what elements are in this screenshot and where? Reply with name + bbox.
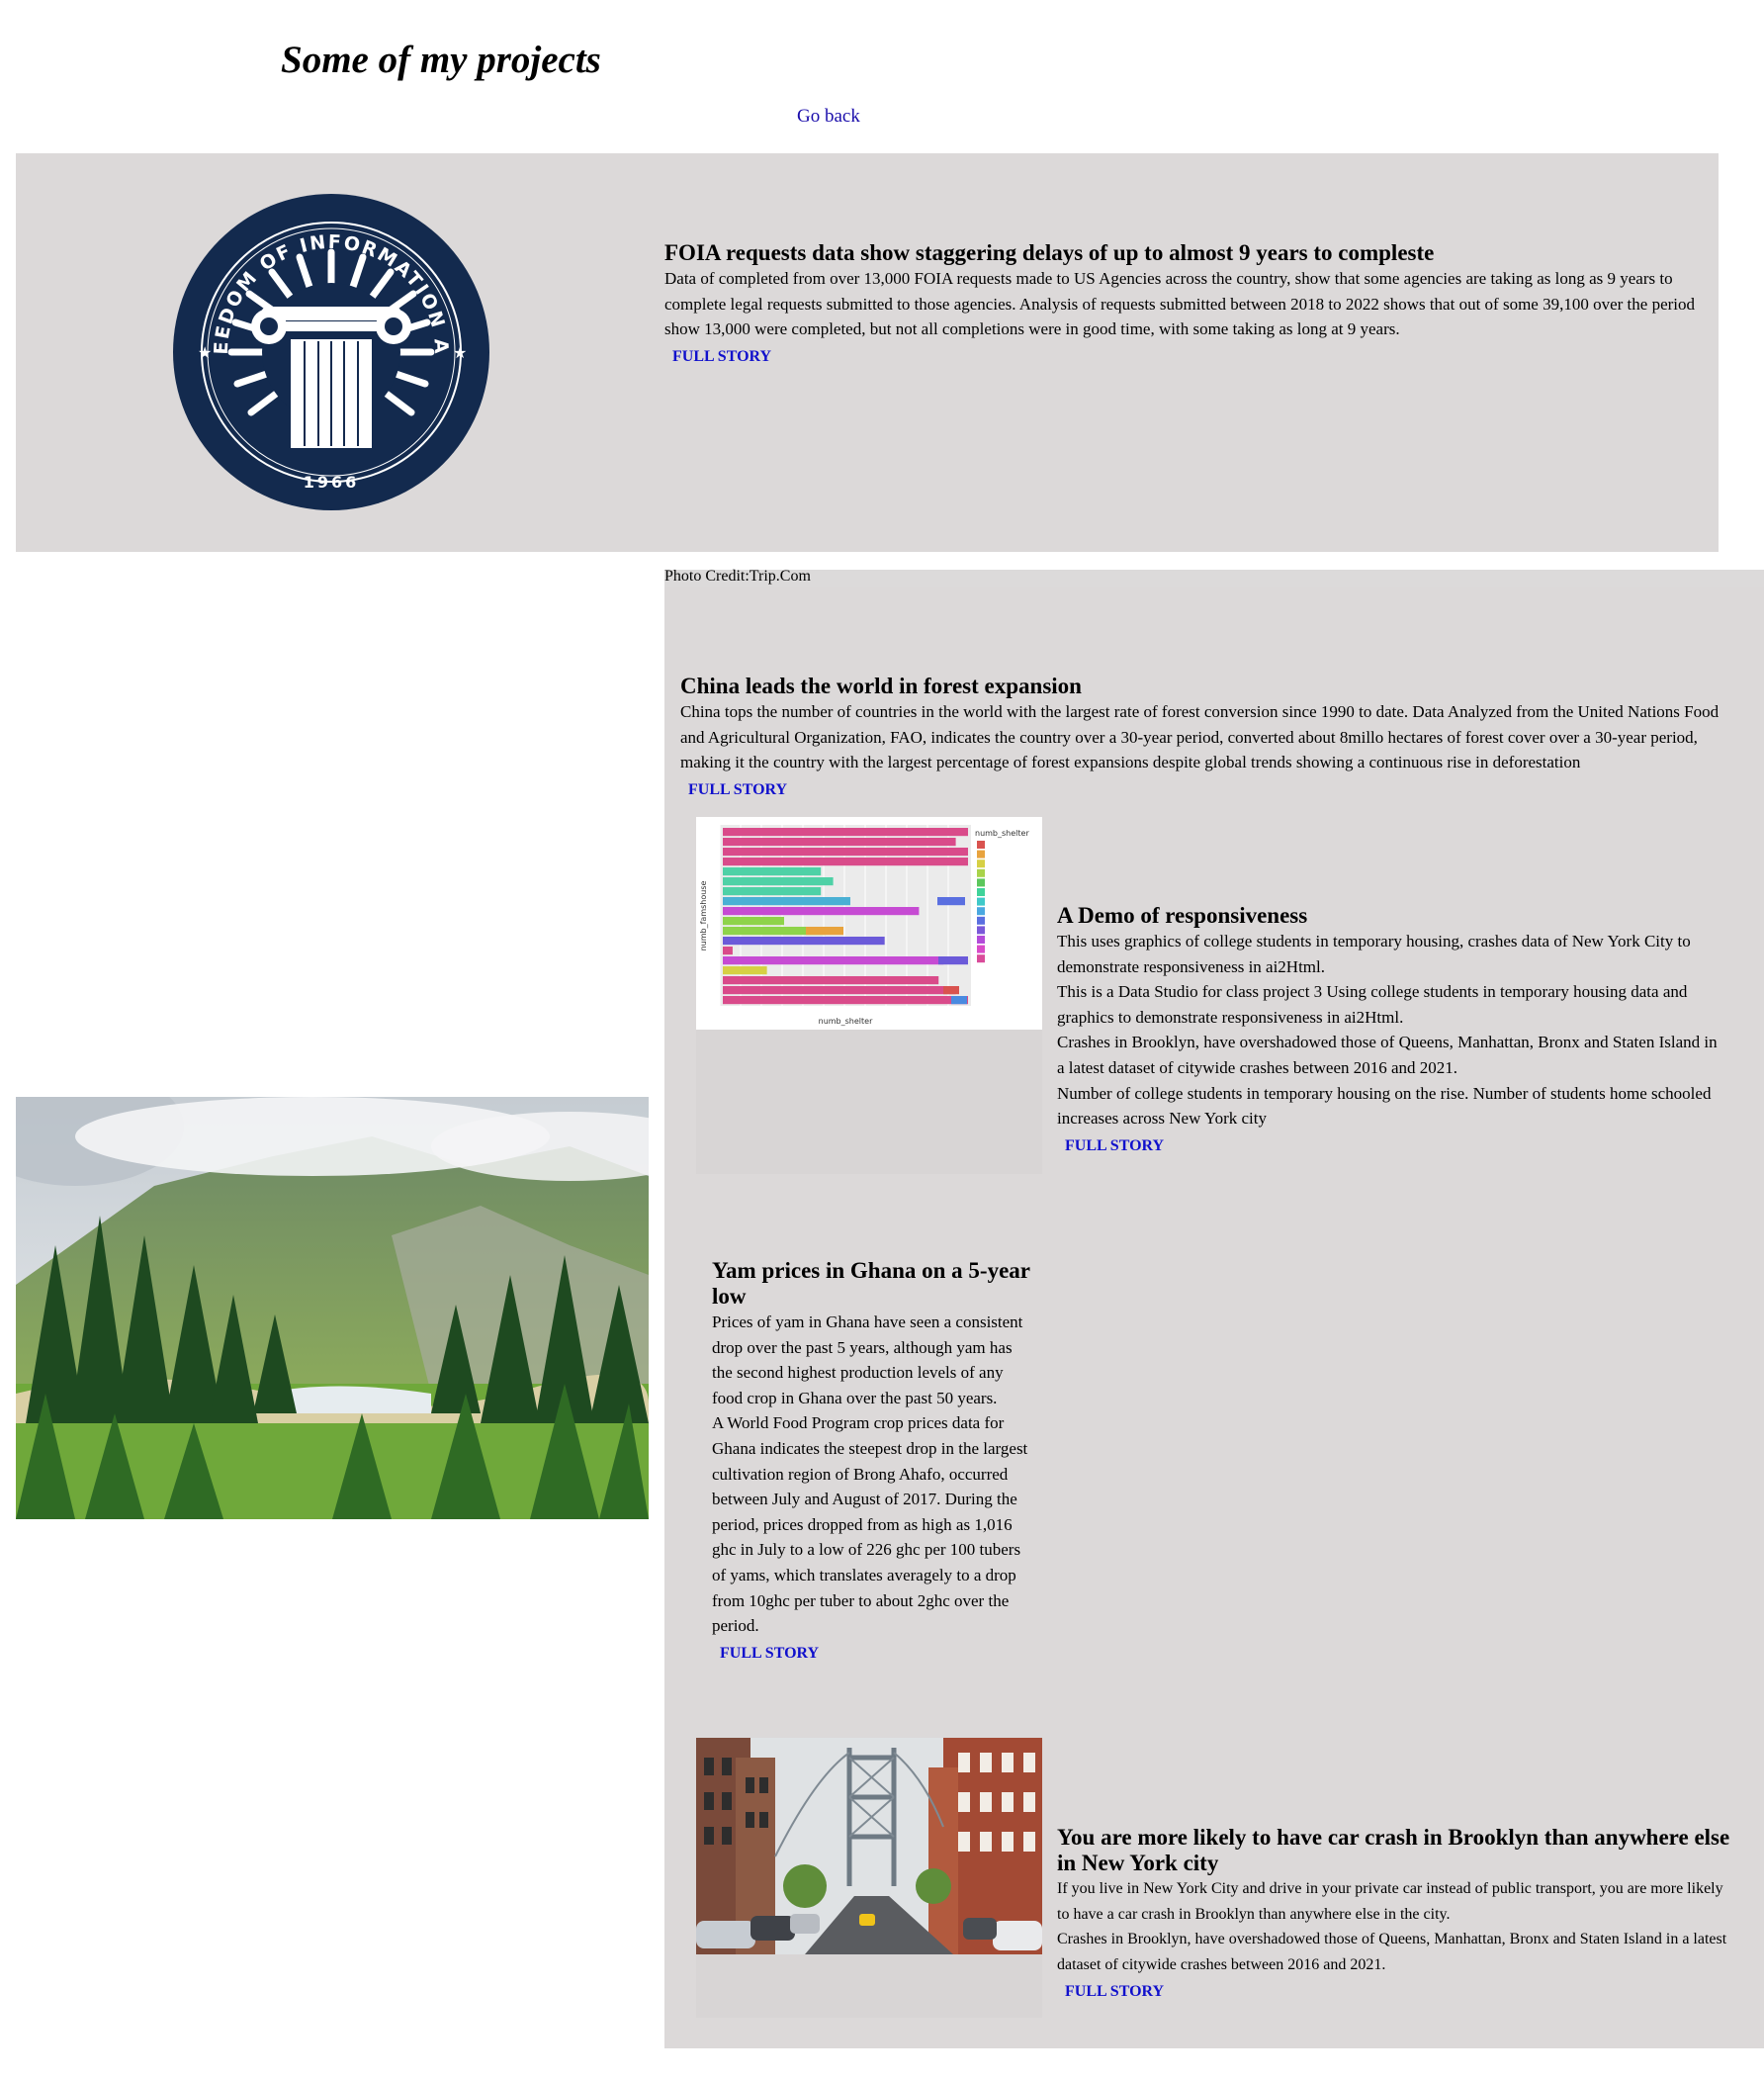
yam-paragraph-1: Prices of yam in Ghana have seen a consi… xyxy=(712,1312,1023,1407)
foia-text-block: FOIA requests data show staggering delay… xyxy=(664,240,1707,366)
yam-paragraph-2: A World Food Program crop prices data fo… xyxy=(712,1413,1028,1636)
thumb-bar xyxy=(937,897,965,906)
china-full-story-link[interactable]: FULL STORY xyxy=(688,781,787,799)
page-title: Some of my projects xyxy=(281,39,601,81)
thumb-legend-title: numb_shelter xyxy=(975,829,1029,838)
thumb-bar xyxy=(723,966,767,975)
demo-paragraph-1: This uses graphics of college students i… xyxy=(1057,932,1691,976)
thumb-bar xyxy=(723,828,968,837)
seal-year: 1966 xyxy=(304,473,360,492)
photo-credit: Photo Credit:Trip.Com xyxy=(664,568,811,585)
thumb-bar xyxy=(723,986,956,995)
thumb-legend-swatch xyxy=(977,926,985,935)
thumb-legend-swatch xyxy=(977,841,985,849)
thumb-legend-swatch xyxy=(977,936,985,944)
thumb-x-axis-label: numb_shelter xyxy=(819,1017,873,1026)
yam-text-block: Yam prices in Ghana on a 5-year low Pric… xyxy=(712,1258,1033,1663)
thumb-bar xyxy=(723,917,784,926)
yam-full-story-link[interactable]: FULL STORY xyxy=(720,1645,819,1663)
thumb-bar xyxy=(723,877,834,886)
demo-paragraph-3: Crashes in Brooklyn, have overshadowed t… xyxy=(1057,1033,1718,1077)
thumb-bar xyxy=(723,947,733,955)
thumb-bar xyxy=(943,986,959,995)
thumb-legend-swatch xyxy=(977,868,985,877)
foia-heading: FOIA requests data show staggering delay… xyxy=(664,240,1435,265)
thumb-y-axis-label: numb_famshouse xyxy=(699,881,708,951)
china-body: China tops the number of countries in th… xyxy=(680,702,1720,772)
foia-full-story-link[interactable]: FULL STORY xyxy=(672,348,771,366)
thumb-bar xyxy=(723,976,939,985)
thumb-bar xyxy=(723,956,944,965)
brooklyn-paragraph-2: Crashes in Brooklyn, have overshadowed t… xyxy=(1057,1931,1727,1973)
thumb-legend-swatch xyxy=(977,954,985,963)
demo-full-story-link[interactable]: FULL STORY xyxy=(1065,1137,1164,1155)
brooklyn-full-story-link[interactable]: FULL STORY xyxy=(1065,1983,1164,2001)
thumb-bar xyxy=(723,897,850,906)
yam-heading: Yam prices in Ghana on a 5-year low xyxy=(712,1258,1030,1309)
thumb-bar xyxy=(723,838,956,847)
thumb-legend-swatch xyxy=(977,878,985,887)
thumb-legend-swatch xyxy=(977,907,985,916)
svg-text:★: ★ xyxy=(453,343,467,362)
demo-heading: A Demo of responsiveness xyxy=(1057,903,1308,928)
foia-body: Data of completed from over 13,000 FOIA … xyxy=(664,269,1695,339)
demo-paragraph-4: Number of college students in temporary … xyxy=(1057,1083,1712,1129)
demo-text-block: A Demo of responsiveness This uses graph… xyxy=(1057,903,1723,1155)
thumb-legend-swatch xyxy=(977,916,985,925)
demo-paragraph-2: This is a Data Studio for class project … xyxy=(1057,982,1688,1027)
china-heading: China leads the world in forest expansio… xyxy=(680,674,1082,698)
brooklyn-text-block: You are more likely to have car crash in… xyxy=(1057,1825,1739,2001)
foia-seal-image: FREEDOM OF INFORMATION ACT ★ ★ 1966 xyxy=(172,193,490,511)
thumb-bar xyxy=(723,858,968,866)
thumb-legend-swatch xyxy=(977,888,985,896)
thumb-legend-swatch xyxy=(977,945,985,953)
svg-text:★: ★ xyxy=(198,343,212,362)
thumb-bar xyxy=(723,848,968,857)
thumb-bar xyxy=(723,887,822,896)
forest-mountain-image xyxy=(16,1097,649,1519)
china-text-block: China leads the world in forest expansio… xyxy=(680,674,1728,799)
thumb-legend-swatch xyxy=(977,897,985,906)
brooklyn-bridge-street-image xyxy=(696,1738,1042,1954)
thumb-bar xyxy=(938,956,968,965)
brooklyn-heading: You are more likely to have car crash in… xyxy=(1057,1825,1730,1875)
thumb-bar xyxy=(723,996,968,1005)
thumb-bar xyxy=(951,996,967,1005)
thumb-bar xyxy=(723,867,822,876)
thumb-bar xyxy=(723,937,885,946)
thumb-bar xyxy=(806,927,843,936)
thumb-bar xyxy=(723,907,920,916)
thumb-legend-swatch xyxy=(977,860,985,868)
go-back-link[interactable]: Go back xyxy=(797,106,860,128)
brooklyn-paragraph-1: If you live in New York City and drive i… xyxy=(1057,1880,1723,1923)
thumb-legend-swatch xyxy=(977,850,985,859)
credit-bar xyxy=(664,570,1764,587)
demo-chart-thumbnail: numb_shelter numb_famshouse numb_shelter xyxy=(696,817,1042,1030)
